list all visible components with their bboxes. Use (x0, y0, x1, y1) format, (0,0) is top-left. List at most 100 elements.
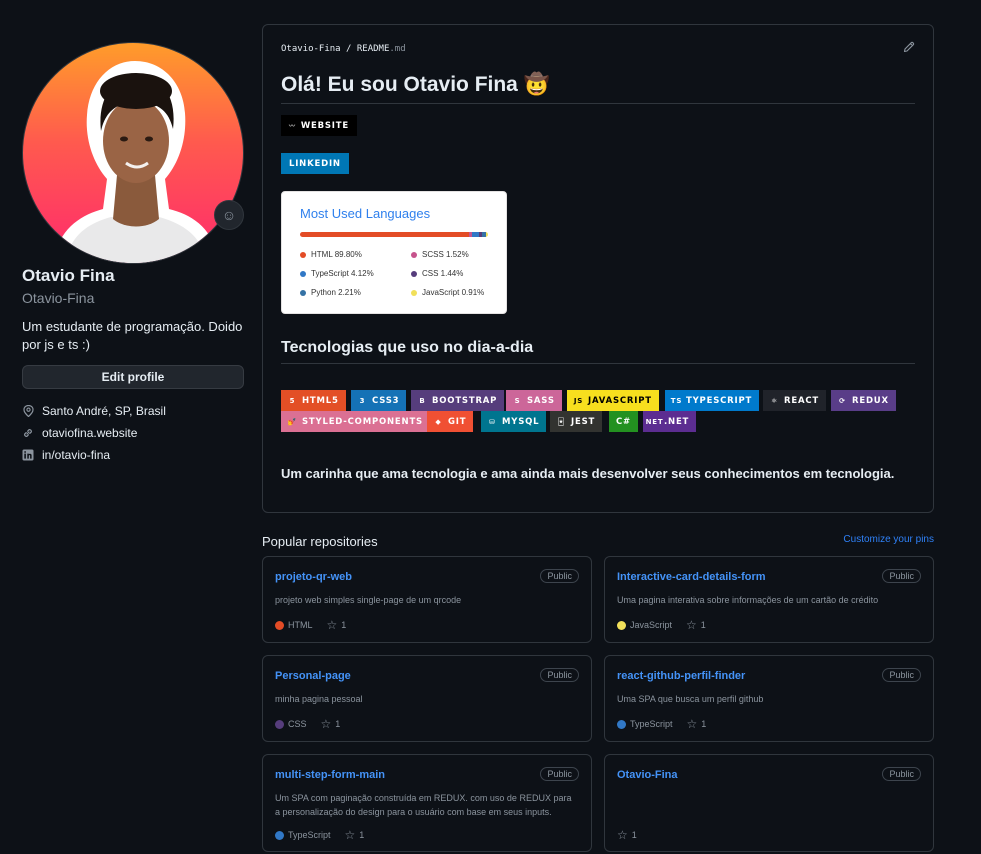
breadcrumb-owner[interactable]: Otavio-Fina (281, 44, 341, 54)
repo-name-link[interactable]: Personal-page (275, 670, 351, 682)
tech-badge-label: CSS3 (372, 395, 400, 406)
tech-badge[interactable]: ⟳ REDUX (831, 390, 896, 411)
star-icon[interactable]: ☆ (686, 618, 697, 632)
website-badge[interactable]: 〰 WEBSITE (281, 115, 357, 136)
languages-card-title: Most Used Languages (300, 206, 431, 221)
profile-bio: Um estudante de programação. Doido por j… (22, 319, 243, 352)
readme-breadcrumb: Otavio-Fina / README.md (281, 44, 406, 54)
star-icon[interactable]: ☆ (327, 618, 338, 632)
tech-badge[interactable]: TS TYPESCRIPT (665, 390, 760, 411)
customize-pins-link[interactable]: Customize your pins (843, 534, 934, 545)
repo-meta: TypeScript ☆ 1 (617, 717, 706, 731)
repo-star-count: 1 (335, 719, 341, 729)
star-icon[interactable]: ☆ (321, 717, 332, 731)
tech-badge-label: MYSQL (502, 416, 540, 427)
tech-badge-icon: TS (670, 396, 683, 405)
tech-badge-label: TYPESCRIPT (686, 395, 753, 406)
repo-language-dot (275, 719, 284, 729)
language-label: TypeScript 4.12% (311, 269, 374, 278)
repo-language: HTML (288, 620, 313, 630)
repo-star-count: 1 (700, 620, 706, 630)
tech-badge-label: C# (616, 416, 631, 427)
tech-badge[interactable]: NET .NET (643, 411, 697, 432)
tech-badge[interactable]: C# (609, 411, 638, 432)
set-status-button[interactable]: ☺ (214, 200, 244, 230)
repo-language-dot (617, 719, 626, 729)
smiley-icon: ☺ (221, 207, 237, 223)
repo-meta: JavaScript ☆ 1 (617, 618, 706, 632)
repo-star-count: 1 (701, 719, 707, 729)
repo-name-link[interactable]: Otavio-Fina (617, 769, 678, 781)
tech-badge[interactable]: B BOOTSTRAP (411, 390, 505, 411)
repo-star-count: 1 (341, 620, 347, 630)
star-icon[interactable]: ☆ (345, 828, 356, 842)
tech-badge[interactable]: 🃏 JEST (550, 411, 603, 432)
tech-badge-label: HTML5 (302, 395, 339, 406)
link-icon (22, 427, 34, 439)
repo-description: Uma SPA que busca um perfil github (617, 694, 764, 704)
repo-visibility-badge: Public (540, 668, 579, 682)
star-icon[interactable]: ☆ (687, 717, 698, 731)
language-dot (300, 251, 306, 258)
repo-name-link[interactable]: Interactive-card-details-form (617, 571, 766, 583)
profile-linkedin[interactable]: in/otavio-fina (22, 448, 110, 462)
repo-star-count: 1 (359, 830, 365, 840)
repo-name-link[interactable]: projeto-qr-web (275, 571, 352, 583)
website-link[interactable]: otaviofina.website (42, 426, 137, 440)
repo-language-dot (617, 620, 626, 630)
readme-paragraph: Um carinha que ama tecnologia e ama aind… (281, 466, 895, 481)
tech-badge-label: BOOTSTRAP (432, 395, 498, 406)
profile-name: Otavio Fina (22, 266, 115, 285)
repo-language: TypeScript (630, 719, 673, 729)
tech-badge-label: JEST (571, 416, 596, 427)
tech-badge[interactable]: ⚛ REACT (763, 390, 826, 411)
popular-repositories-title: Popular repositories (262, 534, 378, 549)
tech-badge[interactable]: 💅 STYLED-COMPONENTS (281, 411, 430, 432)
language-item: CSS 1.44% (411, 269, 463, 278)
tech-badge-label: GIT (448, 416, 467, 427)
edit-profile-button[interactable]: Edit profile (22, 365, 244, 389)
tech-badge-label: SASS (527, 395, 555, 406)
linkedin-link[interactable]: in/otavio-fina (42, 448, 110, 462)
breadcrumb-file[interactable]: README (357, 44, 390, 54)
tech-badge-icon: ◆ (435, 417, 442, 426)
tech-badge-icon: NET (645, 417, 664, 426)
repo-description: Um SPA com paginação construída em REDUX… (275, 793, 572, 817)
repo-visibility-badge: Public (540, 569, 579, 583)
languages-bar-segment (486, 232, 488, 237)
language-label: Python 2.21% (311, 288, 361, 297)
language-label: JavaScript 0.91% (422, 288, 485, 297)
tech-badge[interactable]: S SASS (506, 390, 562, 411)
avatar[interactable] (22, 42, 244, 264)
tech-badge-label: REACT (784, 395, 819, 406)
repo-card: Otavio-Fina Public ☆ 1 (604, 754, 934, 852)
tech-badge[interactable]: ◆ GIT (427, 411, 474, 432)
repo-visibility-badge: Public (882, 569, 921, 583)
repo-card: Interactive-card-details-form Public Uma p… (604, 556, 934, 643)
readme-heading: Olá! Eu sou Otavio Fina 🤠 (281, 73, 915, 104)
tech-badge-label: .NET (664, 416, 690, 427)
website-badge-icon: 〰 (289, 123, 296, 130)
star-icon[interactable]: ☆ (617, 828, 628, 842)
repo-name-link[interactable]: multi-step-form-main (275, 769, 385, 781)
linkedin-badge[interactable]: LINKEDIN (281, 153, 349, 174)
tech-badge[interactable]: 3 CSS3 (351, 390, 407, 411)
tech-badge-icon: 💅 (287, 417, 298, 426)
tech-badge-icon: ⟳ (839, 396, 846, 405)
tech-badge[interactable]: ⛁ MYSQL (481, 411, 547, 432)
tech-badge[interactable]: JS JAVASCRIPT (567, 390, 659, 411)
repo-language: CSS (288, 719, 307, 729)
language-dot (300, 289, 306, 296)
repo-meta: ☆ 1 (617, 828, 637, 842)
profile-login: Otavio-Fina (22, 290, 95, 306)
repo-visibility-badge: Public (882, 767, 921, 781)
repo-name-link[interactable]: react-github-perfil-finder (617, 670, 745, 682)
tech-badge-label: STYLED-COMPONENTS (302, 416, 423, 427)
tech-badge-icon: JS (573, 396, 584, 405)
profile-website[interactable]: otaviofina.website (22, 426, 137, 440)
language-label: SCSS 1.52% (422, 250, 469, 259)
repo-meta: CSS ☆ 1 (275, 717, 340, 731)
tech-badge[interactable]: 5 HTML5 (281, 390, 346, 411)
edit-readme-pencil-icon[interactable] (903, 41, 915, 56)
tech-badge-label: JAVASCRIPT (588, 395, 652, 406)
